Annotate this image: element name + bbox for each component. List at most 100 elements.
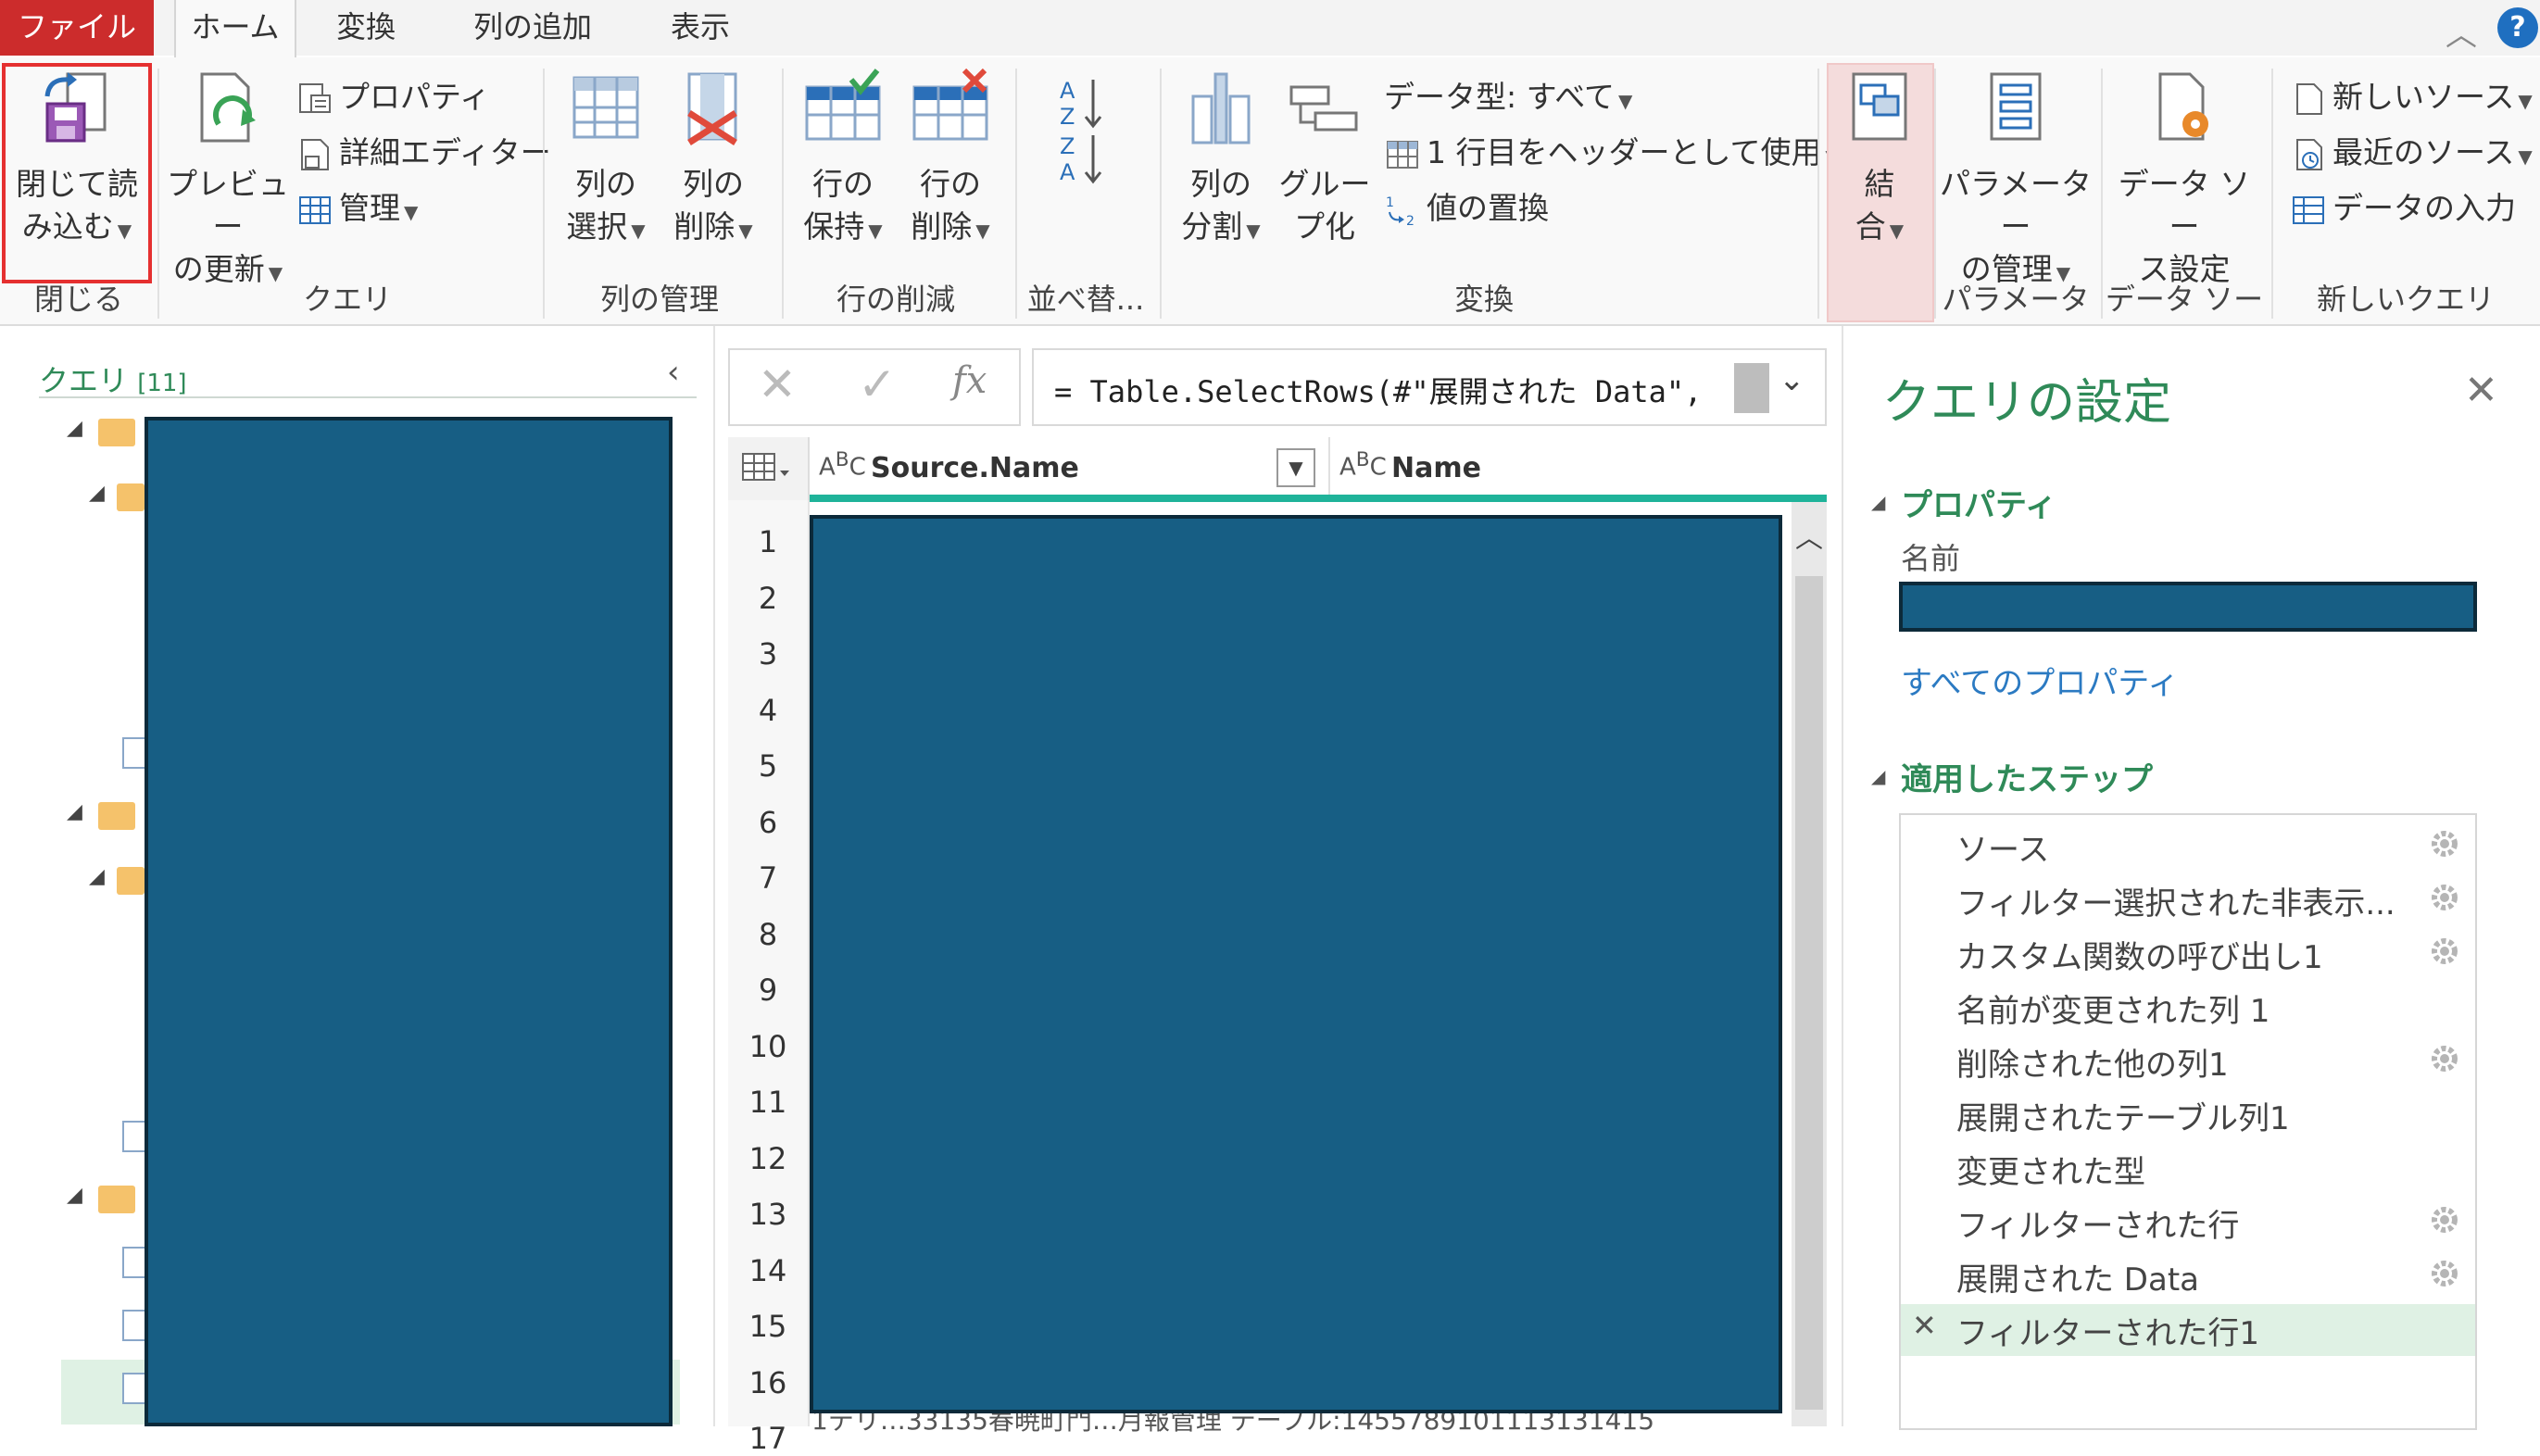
- text-type-icon[interactable]: ABC: [819, 448, 866, 482]
- tree-expand-icon[interactable]: ◢: [67, 800, 82, 823]
- fx-icon[interactable]: fx: [952, 359, 987, 402]
- row-number: 5: [758, 748, 778, 784]
- new-source-button[interactable]: 新しいソース ▼: [2290, 72, 2533, 122]
- tab-home[interactable]: ホーム: [174, 0, 296, 59]
- step-settings-gear-icon[interactable]: [2429, 1043, 2460, 1078]
- properties-button[interactable]: プロパティ: [296, 72, 490, 122]
- applied-step[interactable]: 展開されたテーブル列1: [1956, 1093, 2290, 1138]
- expand-formula-icon[interactable]: ⌄: [1779, 361, 1805, 398]
- combine-button[interactable]: 結 合 ▼: [1829, 69, 1930, 252]
- use-first-row-header-button[interactable]: 1 行目をヘッダーとして使用▼: [1384, 128, 1840, 178]
- datasource-settings-icon: [2106, 69, 2262, 159]
- step-settings-gear-icon[interactable]: [2429, 1258, 2460, 1293]
- collapse-ribbon-icon[interactable]: ︿: [2446, 9, 2477, 55]
- applied-step[interactable]: 展開された Data: [1956, 1254, 2199, 1299]
- row-number: 10: [748, 1028, 787, 1064]
- column-header-source-name[interactable]: ABC Source.Name ▼: [810, 437, 1330, 500]
- column-header-label: Source.Name: [871, 452, 1079, 484]
- formula-bar[interactable]: = Table.SelectRows(#"展開された Data", ⌄: [1032, 348, 1827, 426]
- svg-text:Z: Z: [1060, 104, 1075, 130]
- manage-table-icon: [299, 195, 331, 224]
- remove-columns-label-2: 削除: [673, 208, 736, 245]
- replace-values-button[interactable]: 1 2 値の置換: [1384, 183, 1549, 233]
- applied-step[interactable]: 削除された他の列1: [1956, 1039, 2229, 1085]
- remove-columns-button[interactable]: 列の 削除 ▼: [661, 69, 765, 252]
- cancel-formula-icon[interactable]: ✕: [758, 358, 797, 411]
- applied-step[interactable]: 変更された型: [1956, 1147, 2145, 1192]
- step-settings-gear-icon[interactable]: [2429, 882, 2460, 917]
- applied-step[interactable]: カスタム関数の呼び出し1: [1956, 932, 2323, 977]
- applied-step[interactable]: フィルターされた行1: [1956, 1308, 2259, 1353]
- sort-descending-button[interactable]: ZA: [1060, 132, 1106, 191]
- applied-step[interactable]: ソース: [1956, 824, 2049, 870]
- data-type-dropdown[interactable]: データ型: すべて ▼: [1384, 72, 1632, 122]
- choose-columns-icon: [554, 69, 658, 159]
- step-settings-gear-icon[interactable]: [2429, 935, 2460, 971]
- remove-rows-button[interactable]: 行の 削除 ▼: [899, 68, 1002, 252]
- vertical-scrollbar[interactable]: ︿: [1792, 502, 1827, 1426]
- applied-step[interactable]: フィルター選択された非表示...: [1956, 878, 2395, 923]
- advanced-editor-label: 詳細エディター: [339, 134, 551, 170]
- sort-ascending-button[interactable]: AZ: [1060, 76, 1106, 135]
- scrollbar-thumb[interactable]: [1795, 576, 1823, 1410]
- choose-columns-button[interactable]: 列の 選択 ▼: [554, 69, 658, 252]
- keep-rows-icon: [791, 69, 895, 159]
- tree-expand-icon[interactable]: ◢: [67, 1184, 82, 1207]
- applied-steps-header: 適用したステップ: [1901, 761, 2153, 798]
- scroll-up-icon[interactable]: ︿: [1795, 515, 1823, 556]
- close-load-highlight-box: [2, 63, 152, 283]
- text-type-icon[interactable]: ABC: [1339, 448, 1387, 482]
- keep-rows-button[interactable]: 行の 保持 ▼: [791, 69, 895, 252]
- split-column-button[interactable]: 列の 分割 ▼: [1169, 69, 1273, 252]
- tab-file[interactable]: ファイル: [0, 0, 154, 56]
- split-column-label-1: 列の: [1190, 166, 1251, 202]
- tab-add-column[interactable]: 列の追加: [454, 0, 611, 56]
- help-icon[interactable]: ?: [2497, 7, 2538, 48]
- row-number: 1: [758, 524, 778, 559]
- row-number: 16: [748, 1364, 787, 1400]
- tab-view[interactable]: 表示: [648, 0, 752, 56]
- group-by-button[interactable]: グルー プ化: [1278, 69, 1371, 248]
- tree-expand-icon[interactable]: ◢: [67, 417, 82, 440]
- manage-parameters-button[interactable]: パラメーター の管理 ▼: [1940, 69, 2092, 295]
- step-settings-gear-icon[interactable]: [2429, 828, 2460, 863]
- tree-expand-icon[interactable]: ◢: [89, 865, 105, 888]
- collapse-properties-icon[interactable]: ◢: [1871, 491, 1885, 513]
- tree-expand-icon[interactable]: ◢: [89, 482, 105, 505]
- formula-scroll-thumb[interactable]: [1734, 363, 1769, 413]
- folder-icon: [117, 867, 145, 895]
- collapse-queries-icon[interactable]: ‹: [667, 354, 680, 391]
- formula-text[interactable]: = Table.SelectRows(#"展開された Data",: [1054, 369, 1702, 411]
- keep-rows-label-2: 保持: [803, 208, 865, 245]
- refresh-icon: [165, 69, 291, 159]
- tab-transform[interactable]: 変換: [315, 0, 417, 56]
- table-menu-icon[interactable]: [728, 437, 810, 500]
- all-properties-link[interactable]: すべてのプロパティ: [1901, 658, 2179, 703]
- collapse-steps-icon[interactable]: ◢: [1871, 765, 1885, 787]
- datasource-settings-button[interactable]: データ ソー ス設定: [2106, 69, 2262, 291]
- group-new-query-label: 新しいクエリ: [2316, 282, 2495, 317]
- first-row-header-label: 1 行目をヘッダーとして使用: [1427, 134, 1822, 170]
- advanced-editor-button[interactable]: 詳細エディター: [296, 128, 551, 178]
- svg-text:2: 2: [1406, 214, 1415, 229]
- close-settings-icon[interactable]: ✕: [2464, 367, 2498, 414]
- query-name-field[interactable]: [1899, 582, 2477, 632]
- applied-step[interactable]: 名前が変更された列 1: [1956, 985, 2270, 1031]
- delete-step-icon[interactable]: ✕: [1912, 1308, 1937, 1343]
- refresh-preview-button[interactable]: プレビュー の更新 ▼: [165, 69, 291, 295]
- split-column-icon: [1169, 69, 1273, 159]
- group-query-label: クエリ: [302, 282, 392, 317]
- step-settings-gear-icon[interactable]: [2429, 1204, 2460, 1239]
- column-filter-dropdown-icon[interactable]: ▼: [1276, 448, 1315, 487]
- column-header-name[interactable]: ABC Name: [1330, 437, 1827, 500]
- combine-icon: [1829, 69, 1930, 159]
- remove-rows-icon: [899, 68, 1002, 159]
- enter-data-button[interactable]: データの入力: [2290, 183, 2516, 233]
- manage-button[interactable]: 管理 ▼: [296, 183, 418, 233]
- row-number: 9: [758, 973, 778, 1008]
- recent-sources-button[interactable]: 最近のソース ▼: [2290, 128, 2533, 178]
- applied-step[interactable]: フィルターされた行: [1956, 1200, 2239, 1246]
- recent-sources-label: 最近のソース: [2333, 134, 2515, 170]
- commit-formula-icon[interactable]: ✓: [858, 358, 897, 411]
- remove-rows-label-2: 削除: [911, 208, 973, 245]
